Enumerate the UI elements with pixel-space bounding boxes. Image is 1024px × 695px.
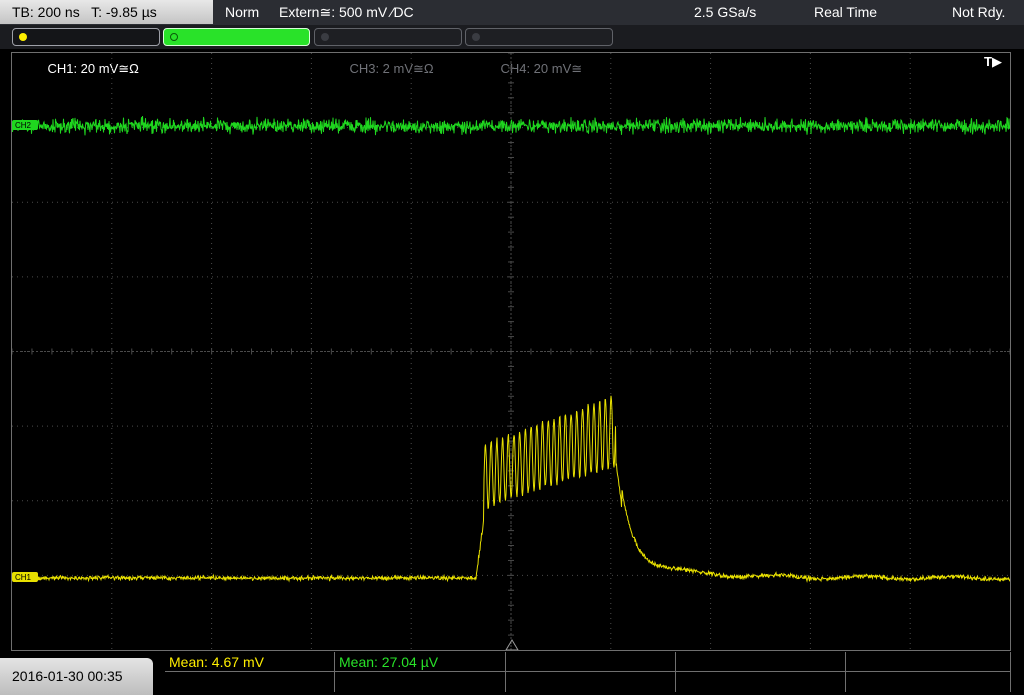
waveform-canvas[interactable]: CH2 CH1 [12, 53, 1010, 650]
trigger-status: Not Rdy. [952, 4, 1006, 20]
channel-1-marker-label: CH1 [15, 573, 32, 582]
measurement-ch2-mean[interactable]: Mean: 27.04 µV [335, 652, 506, 672]
channel-tabs: CH1: 20 mV≅Ω CH2: 5 mV≅Ω CH3: 2 mV≅Ω CH4… [0, 25, 1024, 76]
channel-1-offset-marker[interactable]: CH1 [12, 572, 38, 582]
channel-4-dot-icon [472, 33, 480, 41]
channel-2-marker-label: CH2 [15, 121, 32, 130]
channel-2-tab[interactable]: CH2: 5 mV≅Ω [163, 28, 310, 76]
channel-3-dot-icon [321, 33, 329, 41]
timebase-readout[interactable]: TB: 200 ns T: -9.85 µs [0, 0, 213, 24]
channel-1-tab[interactable]: CH1: 20 mV≅Ω [12, 28, 160, 76]
measurement-slot-4[interactable] [676, 652, 846, 672]
trigger-position-icon[interactable]: T▶ [984, 54, 1002, 70]
measurement-slot-9[interactable] [676, 672, 846, 692]
channel-3-tab[interactable]: CH3: 2 mV≅Ω [314, 28, 462, 76]
trigger-source[interactable]: Extern≅: 500 mV ⁄DC [279, 0, 414, 25]
acquisition-mode[interactable]: Real Time [814, 0, 877, 25]
trigger-time-marker[interactable] [505, 639, 519, 650]
measurement-slot-5[interactable] [846, 652, 1011, 672]
status-bar: TB: 200 ns T: -9.85 µs Norm Extern≅: 500… [0, 0, 1024, 25]
measurement-slot-7[interactable] [335, 672, 506, 692]
sample-rate[interactable]: 2.5 GSa/s [694, 0, 756, 25]
channel-2-dot-icon [170, 33, 178, 41]
measurement-slot-3[interactable] [506, 652, 676, 672]
measurement-ch1-mean[interactable]: Mean: 4.67 mV [165, 652, 335, 672]
measurement-slot-6[interactable] [165, 672, 335, 692]
measurement-slot-8[interactable] [506, 672, 676, 692]
measurement-slot-10[interactable] [846, 672, 1011, 692]
measurement-table: Mean: 4.67 mV Mean: 27.04 µV [165, 652, 1011, 693]
waveform-display[interactable]: CH2 CH1 [11, 52, 1011, 651]
trigger-mode[interactable]: Norm [225, 0, 259, 25]
grid [12, 53, 1010, 650]
channel-4-tab[interactable]: CH4: 20 mV≅ [465, 28, 613, 76]
channel-1-dot-icon [19, 33, 27, 41]
date-time: 2016-01-30 00:35 [0, 658, 153, 695]
channel-2-offset-marker[interactable]: CH2 [12, 120, 38, 130]
